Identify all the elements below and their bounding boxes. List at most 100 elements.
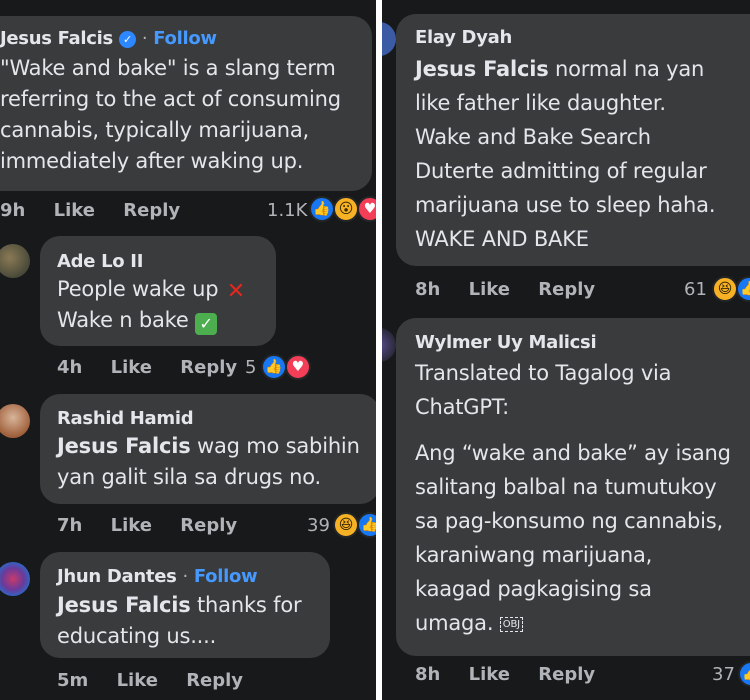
- text-line: Duterte admitting of regular: [415, 159, 707, 183]
- comment-author-line: Jesus Falcis ✓ · Follow: [0, 28, 217, 49]
- author-name[interactable]: Jhun Dantes: [57, 566, 177, 587]
- comment-text: Jesus Falcis wag mo sabihin yan galit si…: [57, 431, 360, 493]
- follow-button[interactable]: Follow: [153, 28, 217, 49]
- mention-link[interactable]: Jesus Falcis: [57, 593, 191, 617]
- text-line: marijuana use to sleep haha.: [415, 193, 716, 217]
- comment-actions: 5m Like Reply: [57, 670, 243, 691]
- like-button[interactable]: Like: [111, 515, 152, 536]
- comment-author-line: Jhun Dantes · Follow: [57, 566, 258, 587]
- reaction-count[interactable]: 61: [684, 279, 707, 300]
- text-line: Wake and Bake Search: [415, 125, 651, 149]
- separator: ·: [182, 566, 189, 587]
- comment-text: Jesus Falcis normal na yan like father l…: [415, 52, 716, 256]
- comment-text: People wake up ✕ Wake n bake ✓: [57, 274, 247, 336]
- timestamp[interactable]: 7h: [57, 515, 82, 536]
- text-line: WAKE AND BAKE: [415, 227, 589, 251]
- like-reaction-icon: 👍: [738, 661, 750, 687]
- reaction-count[interactable]: 39: [307, 515, 330, 536]
- like-reaction-icon: 👍: [357, 512, 376, 538]
- comment-text-body: Ang “wake and bake” ay isang salitang ba…: [415, 436, 731, 640]
- text-line: Jesus Falcis normal na yan: [415, 52, 715, 86]
- text-line: umaga. OBJ: [415, 606, 731, 640]
- reply-button[interactable]: Reply: [180, 515, 237, 536]
- timestamp[interactable]: 4h: [57, 357, 82, 378]
- text-line: karaniwang marijuana,: [415, 543, 653, 567]
- like-button[interactable]: Like: [54, 200, 95, 221]
- check-mark-icon: ✓: [195, 313, 218, 335]
- left-comments-panel: Jesus Falcis ✓ · Follow "Wake and bake" …: [0, 0, 376, 700]
- love-reaction-icon: ♥: [285, 354, 311, 380]
- author-name[interactable]: Elay Dyah: [415, 27, 512, 48]
- text-line: kaagad pagkagising sa: [415, 577, 652, 601]
- text-line: cannabis, typically marijuana,: [0, 118, 310, 142]
- text-line: Jesus Falcis thanks for: [57, 590, 302, 621]
- text-span: People wake up: [57, 277, 219, 301]
- like-button[interactable]: Like: [117, 670, 158, 691]
- reply-button[interactable]: Reply: [180, 357, 237, 378]
- text-line: People wake up ✕: [57, 274, 247, 305]
- text-line: Ang “wake and bake” ay isang: [415, 441, 731, 465]
- like-reaction-icon: 👍: [736, 276, 750, 302]
- mention-link[interactable]: Jesus Falcis: [57, 434, 191, 458]
- comment-actions: 8h Like Reply: [415, 664, 595, 685]
- reaction-count[interactable]: 37: [712, 664, 735, 685]
- comment-text: "Wake and bake" is a slang term referrin…: [0, 53, 341, 177]
- haha-reaction-icon: 😆: [712, 276, 738, 302]
- reply-button[interactable]: Reply: [538, 664, 595, 685]
- comment-text-intro: Translated to Tagalog via ChatGPT:: [415, 356, 672, 424]
- text-line: educating us....: [57, 624, 217, 648]
- text-line: Translated to Tagalog via: [415, 361, 672, 385]
- timestamp[interactable]: 8h: [415, 664, 440, 685]
- reply-button[interactable]: Reply: [538, 279, 595, 300]
- text-span: Wake n bake: [57, 308, 189, 332]
- separator: ·: [141, 28, 148, 49]
- timestamp[interactable]: 8h: [415, 279, 440, 300]
- like-button[interactable]: Like: [469, 279, 510, 300]
- text-line: salitang balbal na tumutukoy: [415, 475, 717, 499]
- mention-link[interactable]: Jesus Falcis: [415, 57, 549, 81]
- cross-mark-icon: ✕: [226, 279, 245, 304]
- text-line: "Wake and bake" is a slang term: [0, 56, 336, 80]
- haha-reaction-icon: 😆: [333, 512, 359, 538]
- text-line: Wake n bake ✓: [57, 305, 247, 336]
- text-line: Jesus Falcis wag mo sabihin: [57, 431, 360, 462]
- verified-badge-icon: ✓: [118, 31, 136, 48]
- follow-button[interactable]: Follow: [194, 566, 258, 587]
- comment-actions: 8h Like Reply: [415, 279, 595, 300]
- text-line: sa pag-konsumo ng cannabis,: [415, 509, 723, 533]
- avatar[interactable]: [382, 328, 396, 362]
- comment-actions: 4h Like Reply: [57, 357, 237, 378]
- author-name[interactable]: Ade Lo II: [57, 251, 143, 272]
- author-name[interactable]: Jesus Falcis: [0, 28, 113, 49]
- author-name[interactable]: Wylmer Uy Malicsi: [415, 332, 597, 353]
- avatar[interactable]: [382, 22, 396, 56]
- avatar[interactable]: [0, 404, 30, 438]
- like-button[interactable]: Like: [111, 357, 152, 378]
- text-line: immediately after waking up.: [0, 149, 304, 173]
- love-reaction-icon: ♥: [357, 196, 376, 222]
- like-reaction-icon: 👍: [309, 196, 335, 222]
- author-name[interactable]: Rashid Hamid: [57, 408, 194, 429]
- like-reaction-icon: 👍: [261, 354, 287, 380]
- text-line: like father like daughter.: [415, 91, 666, 115]
- avatar[interactable]: [0, 244, 30, 278]
- comment-text: Jesus Falcis thanks for educating us....: [57, 590, 302, 652]
- comment-actions: 9h Like Reply: [0, 200, 180, 221]
- timestamp[interactable]: 5m: [57, 670, 88, 691]
- object-placeholder-glyph: OBJ: [499, 617, 523, 632]
- like-button[interactable]: Like: [469, 664, 510, 685]
- wow-reaction-icon: 😮: [333, 196, 359, 222]
- text-span: wag mo sabihin: [190, 434, 360, 458]
- text-span: umaga.: [415, 611, 494, 635]
- timestamp[interactable]: 9h: [0, 200, 25, 221]
- comment-actions: 7h Like Reply: [57, 515, 237, 536]
- reply-button[interactable]: Reply: [186, 670, 243, 691]
- avatar[interactable]: [0, 562, 30, 596]
- reaction-count[interactable]: 1.1K: [267, 200, 307, 221]
- text-line: ChatGPT:: [415, 395, 510, 419]
- text-span: normal na yan: [548, 57, 705, 81]
- right-comments-panel: Elay Dyah Jesus Falcis normal na yan lik…: [382, 0, 750, 700]
- reply-button[interactable]: Reply: [123, 200, 180, 221]
- text-line: yan galit sila sa drugs no.: [57, 465, 321, 489]
- reaction-count[interactable]: 5: [245, 357, 256, 378]
